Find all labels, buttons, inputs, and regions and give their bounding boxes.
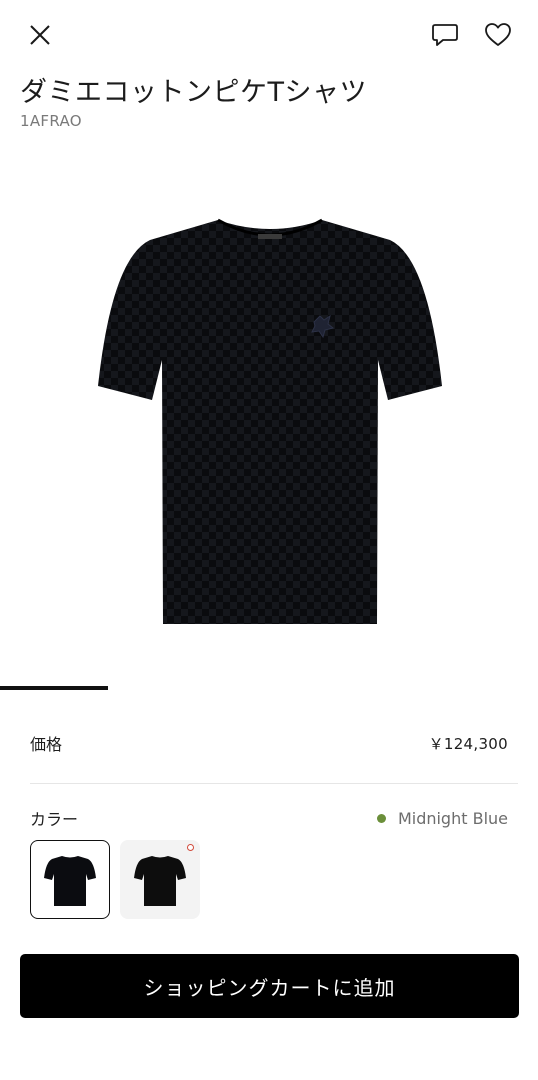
tshirt-thumbnail-icon	[134, 855, 186, 906]
close-button[interactable]	[20, 15, 60, 55]
chat-button[interactable]	[425, 15, 465, 55]
top-bar	[0, 0, 538, 70]
color-row: カラー Midnight Blue	[30, 806, 508, 830]
product-detail-sheet: ダミエコットンピケTシャツ 1AFRAO 価格 ￥124,300 カラー Mid…	[0, 0, 538, 1080]
heart-icon	[485, 23, 511, 46]
close-icon	[30, 25, 50, 45]
selected-color: Midnight Blue	[376, 808, 508, 828]
gallery-progress-track	[0, 686, 538, 690]
new-badge-icon	[187, 844, 194, 851]
product-sku: 1AFRAO	[20, 112, 82, 130]
color-dot-icon	[376, 813, 386, 823]
gallery-progress-bar	[0, 686, 108, 690]
tshirt-image-icon	[98, 218, 442, 624]
color-swatch-selected[interactable]	[30, 840, 110, 919]
selected-color-name: Midnight Blue	[397, 808, 508, 828]
divider	[30, 783, 518, 784]
chat-bubble-icon	[432, 24, 458, 46]
product-image[interactable]	[90, 210, 450, 630]
price-row: 価格 ￥124,300	[30, 730, 508, 756]
color-swatch-alt[interactable]	[120, 840, 200, 919]
product-title: ダミエコットンピケTシャツ	[20, 77, 367, 108]
tshirt-thumbnail-icon	[44, 855, 96, 906]
add-to-cart-button[interactable]: ショッピングカートに追加	[20, 954, 519, 1018]
price-value: ￥124,300	[428, 734, 508, 753]
favorite-button[interactable]	[478, 15, 518, 55]
price-label: 価格	[30, 735, 63, 754]
color-label: カラー	[30, 810, 79, 829]
